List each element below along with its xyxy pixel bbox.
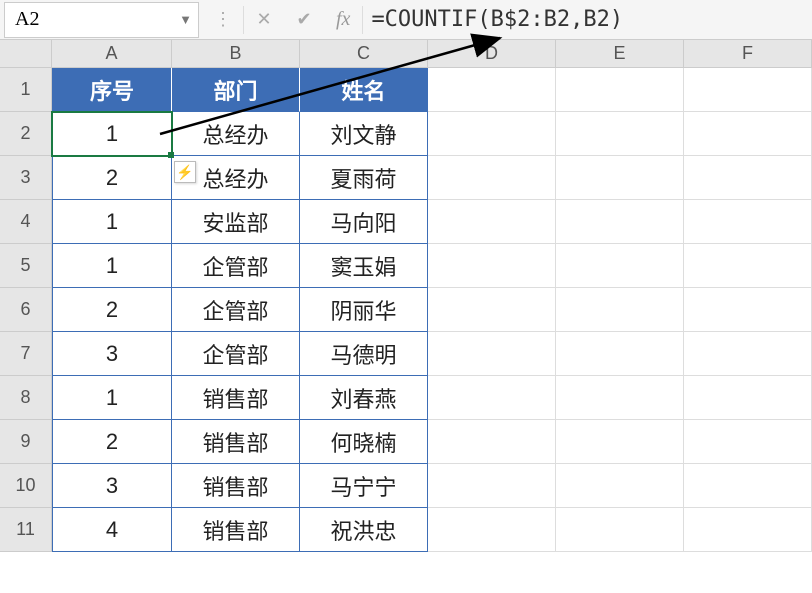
row-header[interactable]: 5 bbox=[0, 244, 52, 288]
formula-input[interactable] bbox=[363, 2, 812, 38]
cell-f8[interactable] bbox=[684, 376, 812, 420]
cell-b6[interactable]: 企管部 bbox=[172, 288, 300, 332]
col-header-a[interactable]: A bbox=[52, 40, 172, 68]
cell-e2[interactable] bbox=[556, 112, 684, 156]
cell-c9[interactable]: 何晓楠 bbox=[300, 420, 428, 464]
row-header[interactable]: 10 bbox=[0, 464, 52, 508]
cell-a3[interactable]: 2 bbox=[52, 156, 172, 200]
cell-c3[interactable]: 夏雨荷 bbox=[300, 156, 428, 200]
cell-e9[interactable] bbox=[556, 420, 684, 464]
cell-b11[interactable]: 销售部 bbox=[172, 508, 300, 552]
row-header[interactable]: 3 bbox=[0, 156, 52, 200]
select-all-corner[interactable] bbox=[0, 40, 52, 68]
row-header[interactable]: 11 bbox=[0, 508, 52, 552]
cell-b9[interactable]: 销售部 bbox=[172, 420, 300, 464]
cell-c10[interactable]: 马宁宁 bbox=[300, 464, 428, 508]
cell-a2-selected[interactable]: 1 bbox=[52, 112, 172, 156]
col-header-f[interactable]: F bbox=[684, 40, 812, 68]
table-header-seq[interactable]: 序号 bbox=[52, 68, 172, 112]
cell-f2[interactable] bbox=[684, 112, 812, 156]
cell-d9[interactable] bbox=[428, 420, 556, 464]
cell-a5[interactable]: 1 bbox=[52, 244, 172, 288]
accept-icon[interactable]: ✔ bbox=[284, 2, 324, 38]
cell-e6[interactable] bbox=[556, 288, 684, 332]
cell-f5[interactable] bbox=[684, 244, 812, 288]
cell-e5[interactable] bbox=[556, 244, 684, 288]
cell-a7[interactable]: 3 bbox=[52, 332, 172, 376]
cell-d7[interactable] bbox=[428, 332, 556, 376]
cell-d11[interactable] bbox=[428, 508, 556, 552]
cell-a9[interactable]: 2 bbox=[52, 420, 172, 464]
cell-b8[interactable]: 销售部 bbox=[172, 376, 300, 420]
cell-d5[interactable] bbox=[428, 244, 556, 288]
fx-icon[interactable]: fx bbox=[324, 8, 362, 31]
cancel-icon[interactable]: ✕ bbox=[244, 2, 284, 38]
cell-d10[interactable] bbox=[428, 464, 556, 508]
name-box-value: A2 bbox=[15, 8, 39, 31]
cell-a10[interactable]: 3 bbox=[52, 464, 172, 508]
cell-b7[interactable]: 企管部 bbox=[172, 332, 300, 376]
cell-a11[interactable]: 4 bbox=[52, 508, 172, 552]
col-header-c[interactable]: C bbox=[300, 40, 428, 68]
col-header-e[interactable]: E bbox=[556, 40, 684, 68]
cell-d8[interactable] bbox=[428, 376, 556, 420]
cell-f6[interactable] bbox=[684, 288, 812, 332]
row-header[interactable]: 8 bbox=[0, 376, 52, 420]
cell-d1[interactable] bbox=[428, 68, 556, 112]
cell-f1[interactable] bbox=[684, 68, 812, 112]
cell-f4[interactable] bbox=[684, 200, 812, 244]
row-header[interactable]: 2 bbox=[0, 112, 52, 156]
dots-icon[interactable]: ⋮ bbox=[203, 2, 243, 38]
cell-e7[interactable] bbox=[556, 332, 684, 376]
cell-b10[interactable]: 销售部 bbox=[172, 464, 300, 508]
cell-e1[interactable] bbox=[556, 68, 684, 112]
row-header[interactable]: 7 bbox=[0, 332, 52, 376]
cell-f11[interactable] bbox=[684, 508, 812, 552]
cell-c8[interactable]: 刘春燕 bbox=[300, 376, 428, 420]
cell-a4[interactable]: 1 bbox=[52, 200, 172, 244]
name-box[interactable]: A2 ▼ bbox=[4, 2, 199, 38]
table-header-dept[interactable]: 部门 bbox=[172, 68, 300, 112]
cell-e4[interactable] bbox=[556, 200, 684, 244]
formula-bar: A2 ▼ ⋮ ✕ ✔ fx bbox=[0, 0, 812, 40]
row-header[interactable]: 4 bbox=[0, 200, 52, 244]
row-header[interactable]: 9 bbox=[0, 420, 52, 464]
cell-e11[interactable] bbox=[556, 508, 684, 552]
spreadsheet-grid[interactable]: A B C D E F 1 序号 部门 姓名 2 1 总经办 刘文静 3 2 总… bbox=[0, 40, 812, 552]
cell-d4[interactable] bbox=[428, 200, 556, 244]
row-header[interactable]: 1 bbox=[0, 68, 52, 112]
cell-c2[interactable]: 刘文静 bbox=[300, 112, 428, 156]
cell-d2[interactable] bbox=[428, 112, 556, 156]
cell-b2[interactable]: 总经办 bbox=[172, 112, 300, 156]
col-header-b[interactable]: B bbox=[172, 40, 300, 68]
cell-f9[interactable] bbox=[684, 420, 812, 464]
cell-f7[interactable] bbox=[684, 332, 812, 376]
cell-value: 1 bbox=[106, 121, 118, 147]
cell-c7[interactable]: 马德明 bbox=[300, 332, 428, 376]
cell-e3[interactable] bbox=[556, 156, 684, 200]
cell-c6[interactable]: 阴丽华 bbox=[300, 288, 428, 332]
cell-e8[interactable] bbox=[556, 376, 684, 420]
lightning-icon: ⚡ bbox=[176, 164, 193, 181]
table-header-name[interactable]: 姓名 bbox=[300, 68, 428, 112]
cell-c4[interactable]: 马向阳 bbox=[300, 200, 428, 244]
cell-f3[interactable] bbox=[684, 156, 812, 200]
autofill-options-button[interactable]: ⚡ bbox=[174, 161, 196, 183]
row-header[interactable]: 6 bbox=[0, 288, 52, 332]
col-header-d[interactable]: D bbox=[428, 40, 556, 68]
cell-c11[interactable]: 祝洪忠 bbox=[300, 508, 428, 552]
cell-f10[interactable] bbox=[684, 464, 812, 508]
fill-handle[interactable] bbox=[168, 152, 174, 158]
cell-b5[interactable]: 企管部 bbox=[172, 244, 300, 288]
cell-c5[interactable]: 窦玉娟 bbox=[300, 244, 428, 288]
cell-a8[interactable]: 1 bbox=[52, 376, 172, 420]
cell-e10[interactable] bbox=[556, 464, 684, 508]
chevron-down-icon[interactable]: ▼ bbox=[179, 12, 192, 28]
cell-d6[interactable] bbox=[428, 288, 556, 332]
cell-d3[interactable] bbox=[428, 156, 556, 200]
cell-a6[interactable]: 2 bbox=[52, 288, 172, 332]
cell-b4[interactable]: 安监部 bbox=[172, 200, 300, 244]
